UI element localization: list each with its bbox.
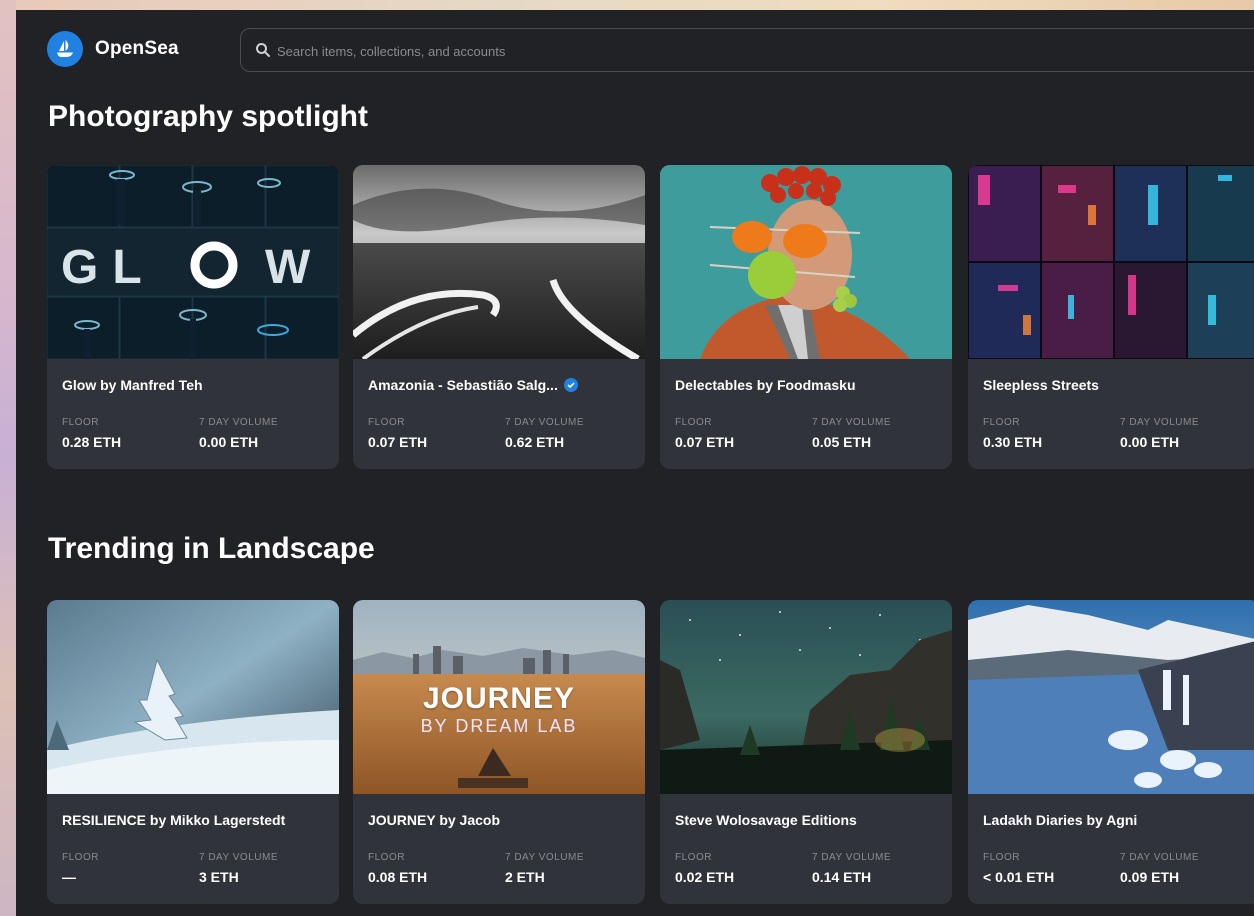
collection-card[interactable]: GL W Glow by Manfred Teh FLOOR 0.28 ETH … bbox=[47, 165, 339, 469]
collection-name[interactable]: JOURNEY by Jacob bbox=[368, 812, 630, 828]
volume-value: 0.00 ETH bbox=[199, 434, 259, 450]
volume-label: 7 DAY VOLUME bbox=[812, 417, 891, 428]
brand-name[interactable]: OpenSea bbox=[95, 38, 179, 60]
collection-name[interactable]: RESILIENCE by Mikko Lagerstedt bbox=[62, 812, 324, 828]
svg-text:GL: GL bbox=[61, 241, 156, 294]
floor-label: FLOOR bbox=[368, 852, 405, 863]
opensea-logo-icon[interactable] bbox=[47, 31, 83, 67]
collection-name[interactable]: Glow by Manfred Teh bbox=[62, 377, 324, 393]
collection-name[interactable]: Delectables by Foodmasku bbox=[675, 377, 937, 393]
floor-label: FLOOR bbox=[983, 852, 1020, 863]
collection-image bbox=[660, 600, 952, 794]
volume-label: 7 DAY VOLUME bbox=[199, 417, 278, 428]
collection-card[interactable]: Sleepless Streets FLOOR 0.30 ETH 7 DAY V… bbox=[968, 165, 1254, 469]
collection-name[interactable]: Amazonia - Sebastião Salg... bbox=[368, 377, 630, 393]
collection-name[interactable]: Steve Wolosavage Editions bbox=[675, 812, 937, 828]
floor-label: FLOOR bbox=[62, 417, 99, 428]
collection-image bbox=[47, 600, 339, 794]
verified-badge-icon bbox=[563, 378, 578, 392]
floor-label: FLOOR bbox=[675, 417, 712, 428]
volume-label: 7 DAY VOLUME bbox=[199, 852, 278, 863]
floor-price: 0.30 ETH bbox=[983, 434, 1043, 450]
svg-text:W: W bbox=[265, 241, 311, 294]
search-input[interactable] bbox=[275, 29, 1179, 73]
floor-price: 0.08 ETH bbox=[368, 869, 428, 885]
floor-label: FLOOR bbox=[368, 417, 405, 428]
floor-price: 0.28 ETH bbox=[62, 434, 122, 450]
floor-label: FLOOR bbox=[675, 852, 712, 863]
search-icon bbox=[256, 43, 270, 57]
collection-image bbox=[660, 165, 952, 359]
floor-label: FLOOR bbox=[983, 417, 1020, 428]
section-title-landscape: Trending in Landscape bbox=[48, 532, 375, 565]
floor-price: — bbox=[62, 869, 76, 885]
collection-name[interactable]: Ladakh Diaries by Agni bbox=[983, 812, 1245, 828]
floor-price: 0.07 ETH bbox=[675, 434, 735, 450]
browser-content: OpenSea Photography spotlight bbox=[16, 10, 1254, 916]
collection-image: JOURNEY BY DREAM LAB bbox=[353, 600, 645, 794]
collection-image bbox=[353, 165, 645, 359]
volume-value: 3 ETH bbox=[199, 869, 239, 885]
collection-image: GL W bbox=[47, 165, 339, 359]
floor-price: < 0.01 ETH bbox=[983, 869, 1055, 885]
volume-value: 0.62 ETH bbox=[505, 434, 565, 450]
section-title-photography: Photography spotlight bbox=[48, 100, 368, 133]
collection-card[interactable]: Steve Wolosavage Editions FLOOR 0.02 ETH… bbox=[660, 600, 952, 904]
volume-label: 7 DAY VOLUME bbox=[1120, 852, 1199, 863]
volume-value: 0.00 ETH bbox=[1120, 434, 1180, 450]
volume-label: 7 DAY VOLUME bbox=[505, 852, 584, 863]
search-bar[interactable] bbox=[240, 28, 1254, 73]
volume-label: 7 DAY VOLUME bbox=[812, 852, 891, 863]
volume-value: 0.14 ETH bbox=[812, 869, 872, 885]
collection-card[interactable]: Amazonia - Sebastião Salg... FLOOR 0.07 … bbox=[353, 165, 645, 469]
volume-value: 0.05 ETH bbox=[812, 434, 872, 450]
collection-card[interactable]: RESILIENCE by Mikko Lagerstedt FLOOR — 7… bbox=[47, 600, 339, 904]
top-nav: OpenSea bbox=[16, 10, 1254, 88]
floor-price: 0.02 ETH bbox=[675, 869, 735, 885]
desktop-wallpaper-left bbox=[0, 0, 16, 916]
volume-label: 7 DAY VOLUME bbox=[505, 417, 584, 428]
image-overlay-title: JOURNEY bbox=[422, 682, 576, 715]
volume-value: 2 ETH bbox=[505, 869, 545, 885]
volume-label: 7 DAY VOLUME bbox=[1120, 417, 1199, 428]
volume-value: 0.09 ETH bbox=[1120, 869, 1180, 885]
collection-card[interactable]: JOURNEY BY DREAM LAB JOURNEY by Jacob FL… bbox=[353, 600, 645, 904]
collection-card[interactable]: Ladakh Diaries by Agni FLOOR < 0.01 ETH … bbox=[968, 600, 1254, 904]
collection-image bbox=[968, 165, 1254, 359]
collection-card[interactable]: Delectables by Foodmasku FLOOR 0.07 ETH … bbox=[660, 165, 952, 469]
image-overlay-subtitle: BY DREAM LAB bbox=[420, 716, 578, 736]
floor-label: FLOOR bbox=[62, 852, 99, 863]
collection-image bbox=[968, 600, 1254, 794]
floor-price: 0.07 ETH bbox=[368, 434, 428, 450]
desktop-wallpaper-top bbox=[0, 0, 1254, 10]
collection-name[interactable]: Sleepless Streets bbox=[983, 377, 1245, 393]
